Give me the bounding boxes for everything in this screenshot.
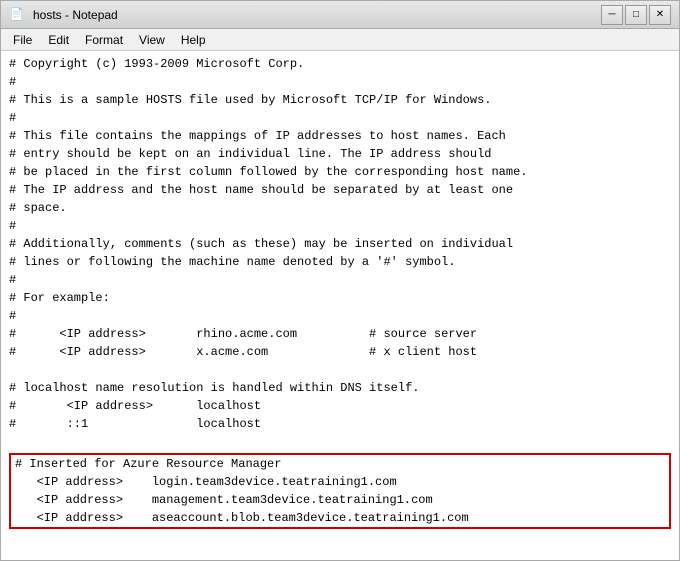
highlighted-section: # Inserted for Azure Resource Manager <I… <box>9 453 671 529</box>
text-line: # localhost name resolution is handled w… <box>9 379 671 397</box>
menu-file[interactable]: File <box>5 31 40 49</box>
menu-bar: File Edit Format View Help <box>1 29 679 51</box>
highlight-line: # Inserted for Azure Resource Manager <box>15 455 665 473</box>
highlight-line: <IP address> aseaccount.blob.team3device… <box>15 509 665 527</box>
text-line: # <IP address> x.acme.com # x client hos… <box>9 343 671 361</box>
text-line: # This file contains the mappings of IP … <box>9 127 671 145</box>
menu-view[interactable]: View <box>131 31 173 49</box>
text-line: # <box>9 73 671 91</box>
text-line: # <IP address> rhino.acme.com # source s… <box>9 325 671 343</box>
close-button[interactable]: ✕ <box>649 5 671 25</box>
text-line <box>9 361 671 379</box>
text-line: # Copyright (c) 1993-2009 Microsoft Corp… <box>9 55 671 73</box>
menu-help[interactable]: Help <box>173 31 214 49</box>
text-line <box>9 433 671 451</box>
text-line: # ::1 localhost <box>9 415 671 433</box>
text-line: # space. <box>9 199 671 217</box>
highlight-line: <IP address> management.team3device.teat… <box>15 491 665 509</box>
text-line: # <box>9 307 671 325</box>
text-line: # <box>9 217 671 235</box>
text-line: # <IP address> localhost <box>9 397 671 415</box>
menu-format[interactable]: Format <box>77 31 131 49</box>
highlight-line: <IP address> login.team3device.teatraini… <box>15 473 665 491</box>
text-line: # <box>9 109 671 127</box>
text-line: # Additionally, comments (such as these)… <box>9 235 671 253</box>
text-line: # lines or following the machine name de… <box>9 253 671 271</box>
title-bar-text: hosts - Notepad <box>33 8 118 22</box>
menu-edit[interactable]: Edit <box>40 31 77 49</box>
minimize-button[interactable]: ─ <box>601 5 623 25</box>
title-bar: 📄 hosts - Notepad ─ □ ✕ <box>1 1 679 29</box>
app-icon: 📄 <box>9 7 25 23</box>
text-line: # <box>9 271 671 289</box>
text-line: # The IP address and the host name shoul… <box>9 181 671 199</box>
text-line: # For example: <box>9 289 671 307</box>
title-bar-controls: ─ □ ✕ <box>601 5 671 25</box>
text-line: # be placed in the first column followed… <box>9 163 671 181</box>
notepad-window: 📄 hosts - Notepad ─ □ ✕ File Edit Format… <box>0 0 680 561</box>
text-line: # This is a sample HOSTS file used by Mi… <box>9 91 671 109</box>
maximize-button[interactable]: □ <box>625 5 647 25</box>
text-editor[interactable]: # Copyright (c) 1993-2009 Microsoft Corp… <box>1 51 679 560</box>
text-line: # entry should be kept on an individual … <box>9 145 671 163</box>
